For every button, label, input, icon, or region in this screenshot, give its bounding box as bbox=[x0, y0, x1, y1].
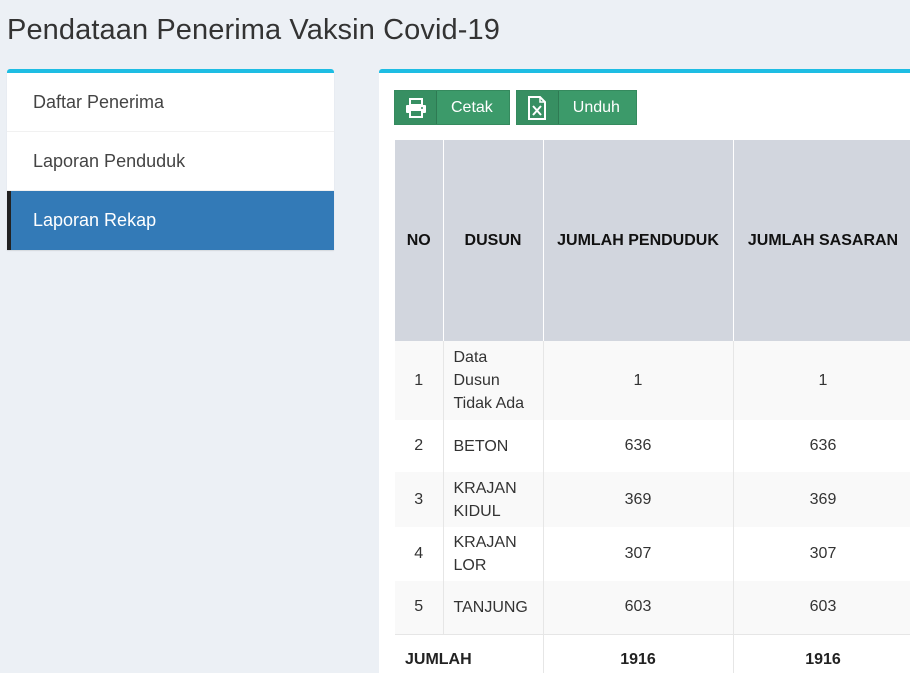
cell-jumlah-penduduk: 636 bbox=[543, 420, 734, 472]
cell-dusun: TANJUNG bbox=[443, 581, 544, 634]
cell-dusun: KRAJAN KIDUL bbox=[443, 472, 544, 527]
cell-jumlah-sasaran: 307 bbox=[733, 527, 910, 581]
recap-table: NO DUSUN JUMLAH PENDUDUK JUMLAH SASARAN … bbox=[395, 140, 910, 673]
cell-jumlah-penduduk: 369 bbox=[543, 472, 734, 527]
table-row: 2 BETON 636 636 bbox=[395, 420, 910, 472]
printer-icon bbox=[395, 91, 437, 124]
cell-dusun: BETON bbox=[443, 420, 544, 472]
cell-no: 5 bbox=[395, 581, 444, 634]
cell-jumlah-sasaran: 603 bbox=[733, 581, 910, 634]
column-header-dusun[interactable]: DUSUN bbox=[443, 140, 544, 341]
table-row: 5 TANJUNG 603 603 bbox=[395, 581, 910, 634]
sidebar-item-laporan-rekap[interactable]: Laporan Rekap bbox=[7, 191, 334, 250]
download-button-label: Unduh bbox=[572, 98, 620, 116]
total-jumlah-penduduk: 1916 bbox=[543, 633, 734, 673]
table-row: 4 KRAJAN LOR 307 307 bbox=[395, 527, 910, 581]
cell-no: 4 bbox=[395, 527, 444, 581]
cell-jumlah-sasaran: 1 bbox=[733, 341, 910, 420]
total-label: JUMLAH bbox=[395, 633, 544, 673]
table-row: 1 Data Dusun Tidak Ada 1 1 bbox=[395, 341, 910, 420]
cell-jumlah-penduduk: 603 bbox=[543, 581, 734, 634]
cell-dusun: KRAJAN LOR bbox=[443, 527, 544, 581]
toolbar: Cetak Unduh bbox=[394, 90, 637, 125]
report-panel: Cetak Unduh NO DUSUN JUMLAH PENDUDUK JUM… bbox=[379, 69, 910, 673]
table-total-row: JUMLAH 1916 1916 bbox=[395, 633, 910, 673]
sidebar-item-daftar-penerima[interactable]: Daftar Penerima bbox=[7, 73, 334, 132]
total-jumlah-sasaran: 1916 bbox=[733, 633, 910, 673]
cell-jumlah-sasaran: 369 bbox=[733, 472, 910, 527]
column-header-jumlah-sasaran[interactable]: JUMLAH SASARAN bbox=[733, 140, 910, 341]
sidebar-item-label: Daftar Penerima bbox=[33, 91, 165, 112]
sidebar-item-label: Laporan Penduduk bbox=[33, 150, 186, 171]
print-button-label: Cetak bbox=[451, 98, 493, 116]
column-header-jumlah-penduduk[interactable]: JUMLAH PENDUDUK bbox=[543, 140, 734, 341]
table-header-row: NO DUSUN JUMLAH PENDUDUK JUMLAH SASARAN bbox=[395, 140, 910, 341]
sidebar-item-laporan-penduduk[interactable]: Laporan Penduduk bbox=[7, 132, 334, 191]
cell-jumlah-penduduk: 307 bbox=[543, 527, 734, 581]
cell-no: 1 bbox=[395, 341, 444, 420]
cell-no: 2 bbox=[395, 420, 444, 472]
page-title: Pendataan Penerima Vaksin Covid-19 bbox=[7, 14, 500, 46]
excel-file-icon bbox=[516, 91, 559, 124]
cell-jumlah-sasaran: 636 bbox=[733, 420, 910, 472]
cell-dusun: Data Dusun Tidak Ada bbox=[443, 341, 544, 420]
sidebar-menu: Daftar Penerima Laporan Penduduk Laporan… bbox=[7, 69, 334, 250]
column-header-no[interactable]: NO bbox=[395, 140, 444, 341]
cell-jumlah-penduduk: 1 bbox=[543, 341, 734, 420]
table-row: 3 KRAJAN KIDUL 369 369 bbox=[395, 472, 910, 527]
sidebar-item-label: Laporan Rekap bbox=[33, 210, 157, 230]
print-button[interactable]: Cetak bbox=[394, 90, 510, 125]
download-button[interactable]: Unduh bbox=[515, 90, 637, 125]
cell-no: 3 bbox=[395, 472, 444, 527]
